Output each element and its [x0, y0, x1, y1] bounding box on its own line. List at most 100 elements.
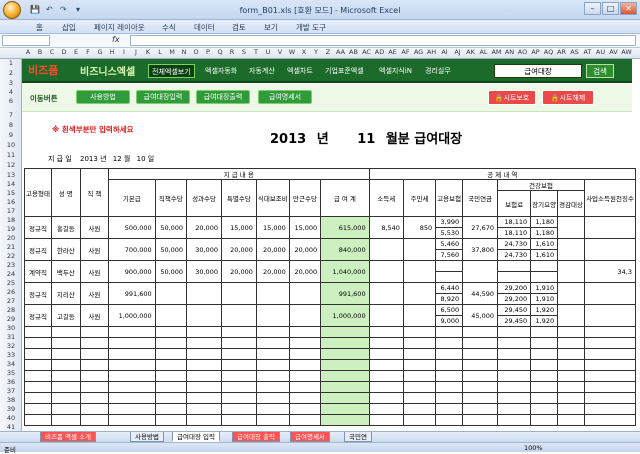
empty-cell[interactable]	[255, 370, 290, 382]
row-header[interactable]: 24	[0, 270, 22, 278]
column-header[interactable]: AF	[399, 48, 412, 56]
formula-input[interactable]	[130, 35, 636, 46]
empty-cell[interactable]	[154, 392, 188, 404]
cell-special[interactable]: 15,000	[220, 216, 257, 239]
cell-health[interactable]: 29,200	[497, 282, 532, 294]
close-button[interactable]: ✕	[620, 2, 637, 15]
empty-cell[interactable]	[186, 348, 222, 360]
row-header[interactable]: 7	[0, 111, 22, 119]
empty-cell[interactable]	[368, 403, 404, 415]
empty-cell[interactable]	[368, 348, 404, 360]
title-year[interactable]: 2013	[270, 132, 306, 147]
empty-cell[interactable]	[255, 403, 290, 415]
cell-resident-tax[interactable]	[402, 260, 437, 283]
empty-cell[interactable]	[435, 326, 464, 338]
column-header[interactable]: R	[226, 48, 238, 56]
empty-cell[interactable]	[557, 359, 586, 371]
empty-cell[interactable]	[186, 337, 222, 349]
column-header[interactable]: A	[22, 48, 34, 56]
empty-cell[interactable]	[288, 337, 322, 349]
cell-emp-ins[interactable]	[435, 271, 464, 283]
empty-cell[interactable]	[79, 337, 109, 349]
empty-cell[interactable]	[497, 381, 532, 393]
empty-cell[interactable]	[50, 414, 81, 426]
search-button[interactable]: 검색	[586, 64, 614, 78]
cell-name[interactable]: 홍길동	[50, 216, 81, 239]
empty-cell[interactable]	[402, 326, 437, 338]
empty-cell[interactable]	[497, 414, 532, 426]
cell-role[interactable]: 50,000	[154, 216, 188, 239]
cell-rank[interactable]: 사원	[79, 304, 109, 327]
column-header[interactable]: W	[286, 48, 298, 56]
column-header[interactable]: AL	[477, 48, 490, 56]
bizform-logo[interactable]: 비즈폼	[28, 62, 58, 78]
empty-cell[interactable]	[402, 414, 437, 426]
row-header[interactable]: 10	[0, 141, 22, 149]
column-header[interactable]: Y	[310, 48, 322, 56]
column-header[interactable]: G	[94, 48, 106, 56]
nav-excel-chart[interactable]: 엑셀차트	[284, 64, 316, 78]
empty-cell[interactable]	[154, 381, 188, 393]
column-header[interactable]: L	[154, 48, 166, 56]
empty-cell[interactable]	[107, 392, 156, 404]
empty-cell[interactable]	[288, 381, 322, 393]
cell-base[interactable]: 700,000	[107, 238, 156, 261]
cell-health[interactable]: 24,730	[497, 249, 532, 261]
empty-cell[interactable]	[462, 326, 499, 338]
cell-type[interactable]: 정규직	[24, 238, 52, 261]
empty-cell[interactable]	[255, 414, 290, 426]
empty-cell[interactable]	[435, 414, 464, 426]
empty-cell[interactable]	[24, 337, 52, 349]
row-header[interactable]: 17	[0, 207, 22, 215]
row-header[interactable]: 6	[0, 97, 22, 105]
empty-cell[interactable]	[584, 381, 636, 393]
column-header[interactable]: AP	[529, 48, 542, 56]
cell-special[interactable]	[220, 282, 257, 305]
row-header[interactable]: 31	[0, 333, 22, 341]
column-header[interactable]: C	[46, 48, 58, 56]
empty-cell[interactable]	[557, 414, 586, 426]
column-header[interactable]: F	[82, 48, 94, 56]
empty-cell[interactable]	[107, 414, 156, 426]
row-header[interactable]: 35	[0, 369, 22, 377]
tab-developer[interactable]: 개발 도구	[296, 22, 326, 33]
name-box[interactable]	[2, 35, 50, 46]
cell-name[interactable]: 지리산	[50, 282, 81, 305]
row-header[interactable]: 3	[0, 79, 22, 87]
empty-cell[interactable]	[288, 392, 322, 404]
cell-perf[interactable]: 30,000	[186, 260, 222, 283]
empty-cell[interactable]	[530, 370, 559, 382]
empty-cell[interactable]	[435, 359, 464, 371]
cell-rank[interactable]: 사원	[79, 238, 109, 261]
column-header[interactable]: Q	[214, 48, 226, 56]
column-header[interactable]: V	[274, 48, 286, 56]
row-header[interactable]: 37	[0, 387, 22, 395]
row-header[interactable]: 25	[0, 279, 22, 287]
cell-health[interactable]: 24,730	[497, 238, 532, 250]
column-header[interactable]: T	[250, 48, 262, 56]
empty-cell[interactable]	[220, 392, 257, 404]
tab-formulas[interactable]: 수식	[162, 22, 176, 33]
empty-cell[interactable]	[557, 348, 586, 360]
row-header[interactable]: 26	[0, 288, 22, 296]
row-header[interactable]: 30	[0, 324, 22, 332]
cell-health[interactable]: 29,450	[497, 315, 532, 327]
cell-emp-ins[interactable]: 5,530	[435, 227, 464, 239]
column-header[interactable]: E	[70, 48, 82, 56]
tab-insert[interactable]: 삽입	[62, 22, 76, 33]
empty-cell[interactable]	[584, 414, 636, 426]
empty-cell[interactable]	[24, 348, 52, 360]
empty-cell[interactable]	[220, 370, 257, 382]
column-header[interactable]: D	[58, 48, 70, 56]
column-header[interactable]: AN	[503, 48, 516, 56]
empty-cell[interactable]	[107, 381, 156, 393]
empty-cell[interactable]	[50, 392, 81, 404]
cell-overtime[interactable]	[288, 282, 322, 305]
column-header[interactable]: AJ	[451, 48, 464, 56]
empty-cell[interactable]	[530, 392, 559, 404]
cell-role[interactable]: 50,000	[154, 260, 188, 283]
empty-cell[interactable]	[24, 414, 52, 426]
empty-cell[interactable]	[107, 326, 156, 338]
cell-name[interactable]: 백두산	[50, 260, 81, 283]
row-header[interactable]: 16	[0, 198, 22, 206]
